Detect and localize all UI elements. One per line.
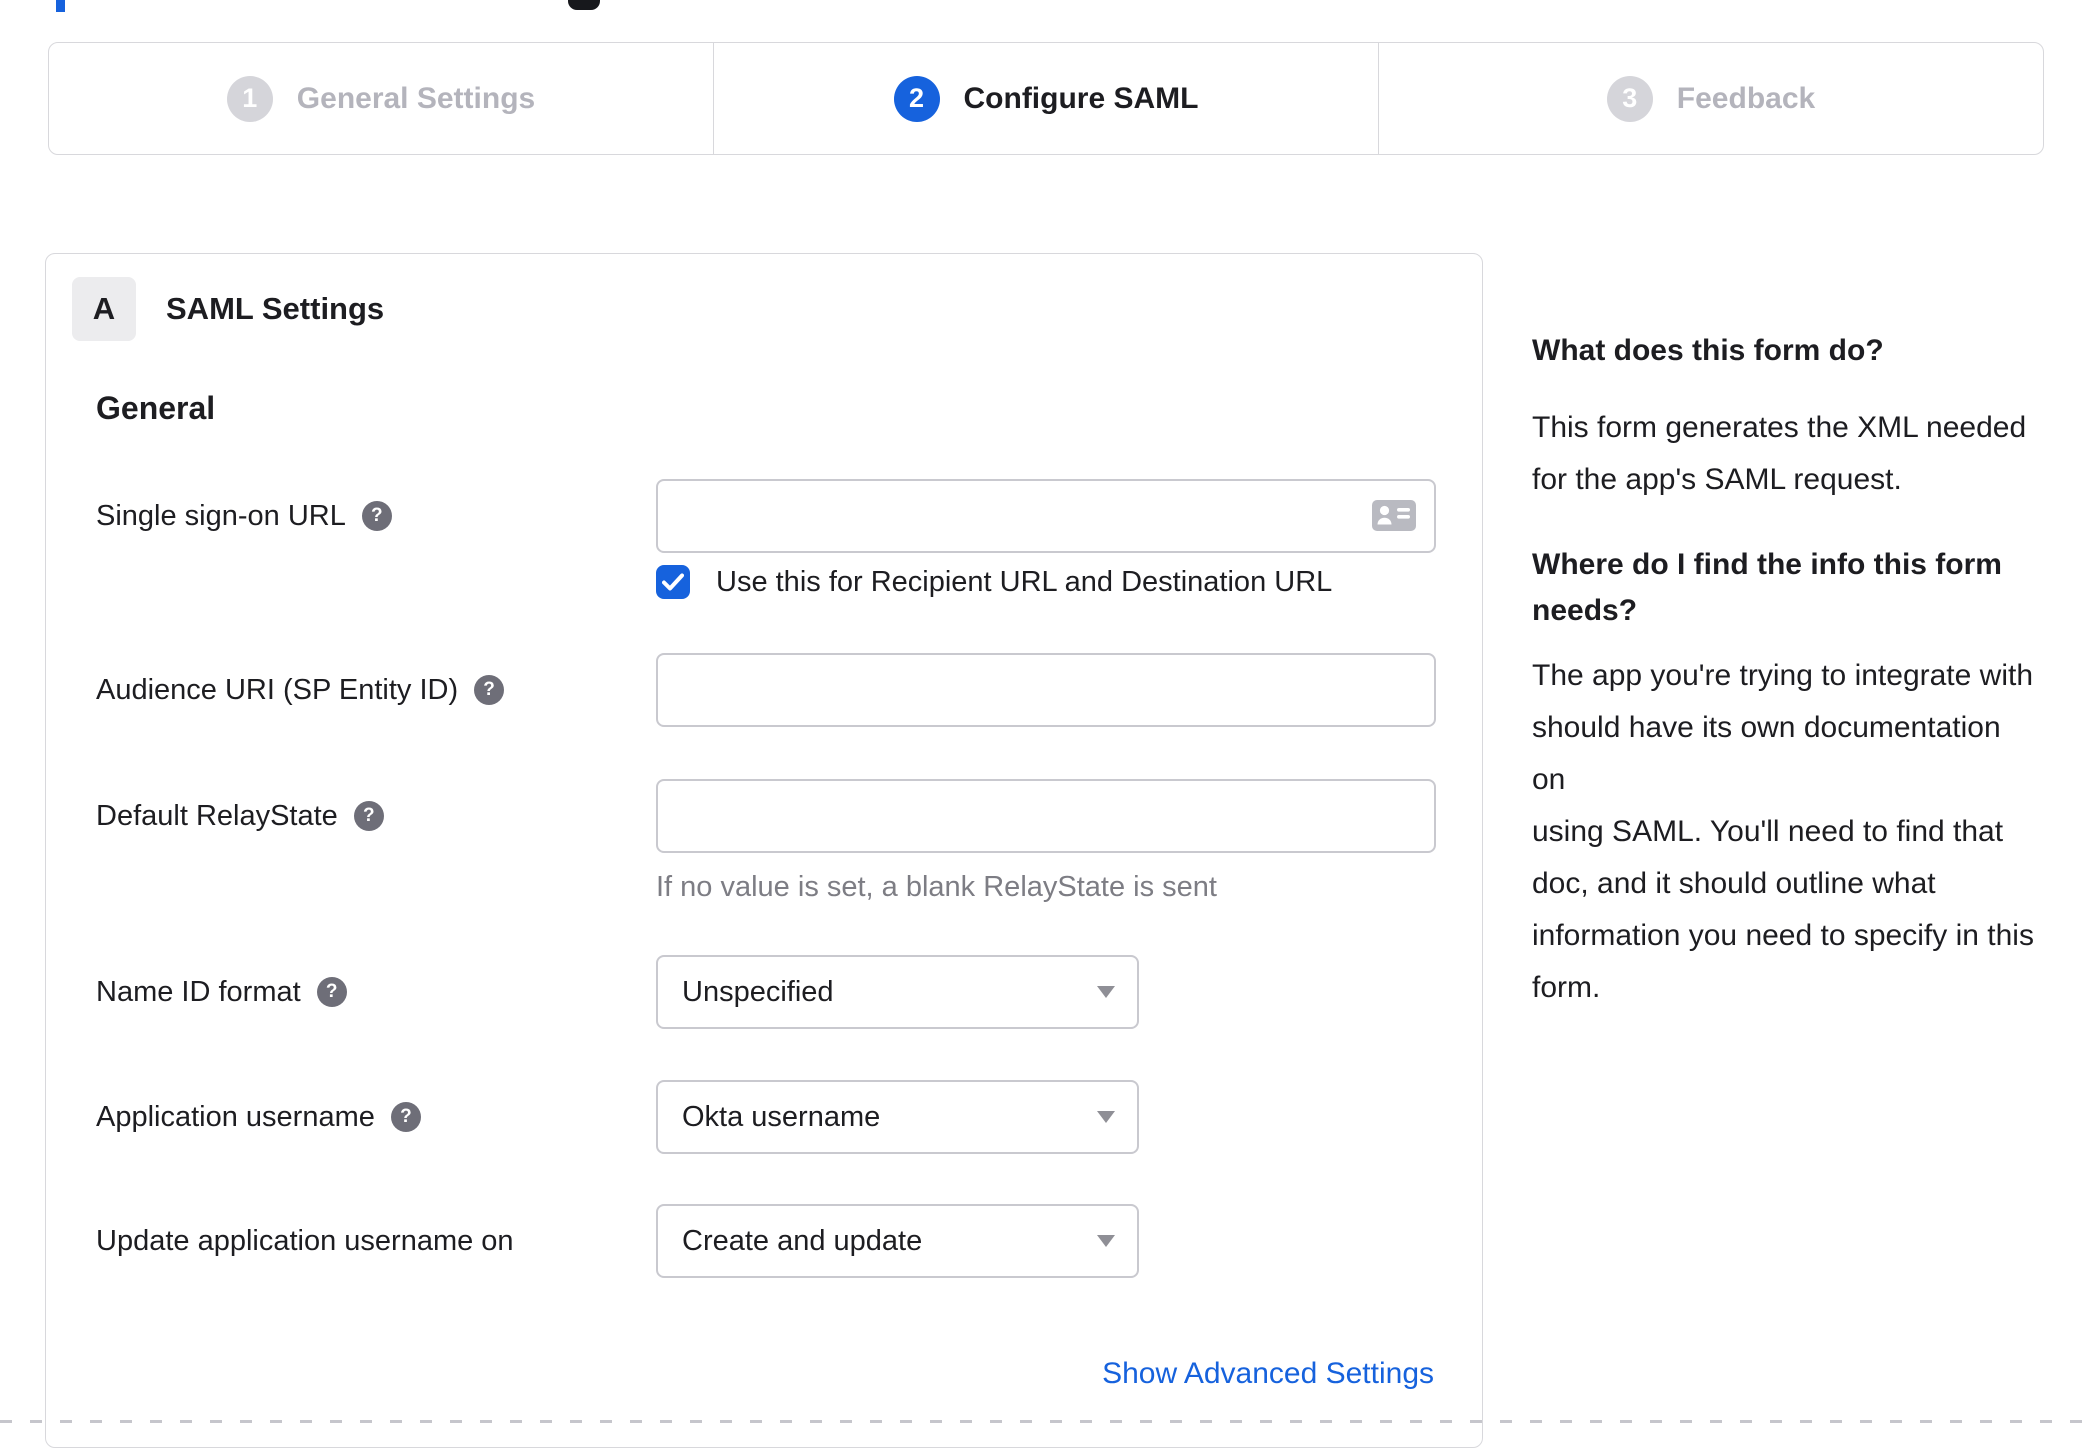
address-card-icon [1372, 500, 1416, 531]
step-1-circle: 1 [226, 75, 273, 122]
step-1-label: General Settings [296, 81, 536, 115]
chevron-down-icon [1097, 1111, 1115, 1123]
step-3-circle: 3 [1606, 75, 1653, 122]
question-mark-icon[interactable]: ? [474, 675, 505, 705]
section-header: A SAML Settings [72, 254, 1434, 341]
general-heading: General [96, 390, 216, 426]
question-mark-icon[interactable]: ? [316, 977, 347, 1007]
sso-url-row: Single sign-on URL ? [96, 479, 1436, 553]
saml-form: Single sign-on URL ? Use this for Recipi… [96, 479, 1436, 1391]
relaystate-hint: If no value is set, a blank RelayState i… [656, 871, 1217, 903]
audience-uri-label: Audience URI (SP Entity ID) [96, 673, 459, 706]
application-username-select[interactable]: Okta username [656, 1080, 1139, 1154]
sidebar-answer-1: This form generates the XML needed for t… [1532, 411, 2027, 496]
question-mark-icon[interactable]: ? [390, 1102, 421, 1132]
application-username-label-wrap: Application username ? [96, 1080, 656, 1154]
audience-uri-input[interactable] [656, 653, 1436, 727]
recipient-url-checkbox-row: Use this for Recipient URL and Destinati… [656, 565, 1434, 599]
question-mark-icon[interactable]: ? [361, 501, 392, 531]
step-general-settings[interactable]: 1 General Settings [49, 43, 713, 154]
application-username-value: Okta username [682, 1100, 881, 1133]
audience-uri-label-wrap: Audience URI (SP Entity ID) ? [96, 653, 656, 727]
sso-url-input-wrap [656, 479, 1436, 553]
relaystate-row: Default RelayState ? [96, 779, 1436, 853]
dark-logo-fragment [568, 0, 600, 10]
chevron-down-icon [1097, 1235, 1115, 1247]
dashed-separator [0, 1420, 2092, 1423]
blue-bar-fragment [56, 0, 65, 12]
name-id-format-value: Unspecified [682, 975, 834, 1008]
relaystate-input[interactable] [656, 779, 1436, 853]
name-id-format-label-wrap: Name ID format ? [96, 955, 656, 1029]
sidebar-question-2: Where do I find the info this form needs… [1532, 548, 2002, 627]
update-username-row: Update application username on Create an… [96, 1204, 1434, 1278]
application-username-label: Application username [96, 1100, 375, 1133]
panel-title: SAML Settings [166, 291, 385, 326]
recipient-url-checkbox[interactable] [656, 565, 690, 599]
step-feedback[interactable]: 3 Feedback [1378, 43, 2043, 154]
question-mark-icon[interactable]: ? [353, 801, 384, 831]
sidebar-answer-2: The app you're trying to integrate with … [1532, 659, 2034, 1004]
sso-url-label: Single sign-on URL [96, 499, 346, 532]
name-id-format-row: Name ID format ? Unspecified [96, 955, 1434, 1029]
recipient-url-checkbox-label: Use this for Recipient URL and Destinati… [716, 565, 1333, 598]
step-configure-saml[interactable]: 2 Configure SAML [713, 43, 1378, 154]
saml-settings-panel: A SAML Settings General Single sign-on U… [45, 253, 1483, 1448]
step-3-label: Feedback [1676, 81, 1816, 115]
update-username-select[interactable]: Create and update [656, 1204, 1139, 1278]
name-id-format-label: Name ID format [96, 975, 301, 1008]
relaystate-input-wrap [656, 779, 1436, 853]
sso-url-label-wrap: Single sign-on URL ? [96, 479, 656, 553]
checkmark-icon [662, 573, 684, 591]
chevron-down-icon [1097, 986, 1115, 998]
relaystate-label-wrap: Default RelayState ? [96, 779, 656, 853]
sso-url-input[interactable] [656, 479, 1436, 553]
update-username-value: Create and update [682, 1224, 923, 1257]
show-advanced-settings-link[interactable]: Show Advanced Settings [1102, 1357, 1434, 1390]
application-username-row: Application username ? Okta username [96, 1080, 1434, 1154]
step-2-circle: 2 [893, 75, 940, 122]
wizard-stepper: 1 General Settings 2 Configure SAML 3 Fe… [48, 42, 2044, 155]
relaystate-label: Default RelayState [96, 799, 338, 832]
section-a-badge: A [72, 277, 136, 341]
audience-uri-input-wrap [656, 653, 1436, 727]
audience-uri-row: Audience URI (SP Entity ID) ? [96, 653, 1436, 727]
name-id-format-select[interactable]: Unspecified [656, 955, 1139, 1029]
help-sidebar: What does this form do? This form genera… [1532, 328, 2037, 1014]
update-username-label: Update application username on [96, 1224, 514, 1257]
step-2-label: Configure SAML [963, 81, 1199, 115]
update-username-label-wrap: Update application username on [96, 1204, 656, 1278]
sidebar-question-1: What does this form do? [1532, 334, 1884, 367]
advanced-settings-row: Show Advanced Settings [96, 1357, 1434, 1391]
